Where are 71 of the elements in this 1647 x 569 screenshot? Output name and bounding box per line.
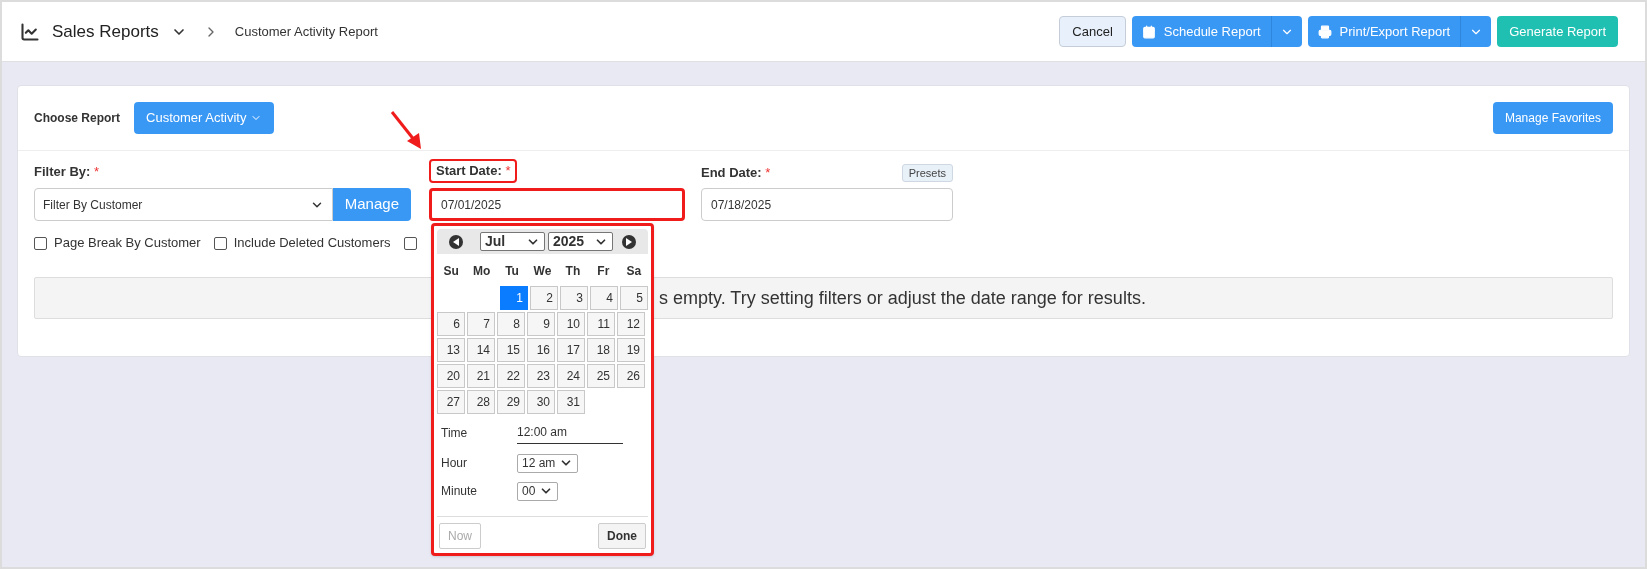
calendar-day[interactable]: 1 (500, 286, 528, 310)
done-button[interactable]: Done (598, 523, 646, 549)
calendar-day[interactable]: 14 (467, 338, 495, 362)
field-label: Filter By: * (34, 163, 101, 181)
cancel-button[interactable]: Cancel (1059, 16, 1126, 47)
calendar-day[interactable]: 28 (467, 390, 495, 414)
empty-message: s empty. Try setting filters or adjust the date range for results. (659, 286, 1146, 310)
calendar-day[interactable]: 19 (617, 338, 645, 362)
calendar-day[interactable]: 9 (527, 312, 555, 336)
weekday-label: Mo (471, 263, 492, 280)
month-select[interactable]: Jul (480, 232, 545, 251)
chart-icon (20, 21, 40, 42)
weekday-label: Fr (596, 263, 611, 280)
weekday-label: Su (442, 263, 460, 280)
checkbox-label: Page Break By Customer (54, 234, 201, 253)
time-label: Time (441, 425, 469, 442)
next-month-icon[interactable] (622, 234, 636, 249)
calendar-day[interactable]: 31 (557, 390, 585, 414)
calendar-day[interactable]: 2 (530, 286, 558, 310)
time-value: 12:00 am (517, 422, 623, 444)
checkbox[interactable] (34, 236, 47, 250)
field-label: Start Date: * (429, 159, 518, 183)
calendar-day[interactable]: 29 (497, 390, 525, 414)
weekday-label: We (532, 263, 553, 280)
calendar-day[interactable]: 20 (437, 364, 465, 388)
calendar-day[interactable]: 21 (467, 364, 495, 388)
calendar-day[interactable]: 22 (497, 364, 525, 388)
calendar-day[interactable]: 8 (497, 312, 525, 336)
calendar-day[interactable]: 11 (587, 312, 615, 336)
checkbox-label: Include Deleted Customers (233, 234, 391, 253)
minute-label: Minute (441, 483, 479, 500)
minute-select[interactable]: 00 (517, 481, 559, 501)
dropdown-toggle[interactable] (1270, 16, 1302, 47)
checkbox[interactable] (213, 236, 227, 250)
previous-month-icon[interactable] (449, 234, 463, 249)
filter-select[interactable]: Filter By Customer (34, 188, 333, 221)
calendar-icon (1141, 24, 1156, 39)
calendar-day[interactable]: 15 (497, 338, 525, 362)
calendar-day[interactable]: 24 (557, 364, 585, 388)
printer-icon (1317, 24, 1332, 39)
weekday-label: Th (564, 263, 582, 280)
calendar-day[interactable]: 6 (437, 312, 465, 336)
calendar-day[interactable]: 27 (437, 390, 465, 414)
calendar-day[interactable]: 16 (527, 338, 555, 362)
field-label: End Date: * (701, 164, 771, 183)
calendar-day[interactable]: 23 (527, 364, 555, 388)
dropdown-toggle[interactable] (1460, 16, 1492, 47)
weekday-label: Tu (504, 263, 520, 280)
year-select[interactable]: 2025 (548, 232, 613, 251)
calendar-day[interactable]: 3 (560, 286, 588, 310)
calendar-day[interactable]: 7 (467, 312, 495, 336)
calendar-day[interactable]: 30 (527, 390, 555, 414)
calendar-day[interactable]: 10 (557, 312, 585, 336)
calendar-day[interactable]: 26 (617, 364, 645, 388)
breadcrumb: Customer Activity Report (234, 22, 378, 41)
hour-select[interactable]: 12 am (517, 453, 579, 473)
calendar-day[interactable]: 4 (590, 286, 618, 310)
calendar-day[interactable]: 25 (587, 364, 615, 388)
choose-report-label: Choose Report (34, 110, 120, 127)
start-date-field[interactable]: 07/01/2025 (429, 188, 685, 221)
hour-label: Hour (441, 455, 468, 472)
calendar-day[interactable]: 12 (617, 312, 645, 336)
end-date-field[interactable]: 07/18/2025 (701, 188, 953, 221)
checkbox[interactable] (403, 236, 417, 250)
calendar-day[interactable]: 17 (557, 338, 585, 362)
calendar-day[interactable]: 13 (437, 338, 465, 362)
weekday-label: Sa (625, 263, 643, 280)
presets-button[interactable]: Presets (901, 164, 953, 182)
calendar-day[interactable]: 5 (620, 286, 648, 310)
calendar-day[interactable]: 18 (587, 338, 615, 362)
page-title: Sales Reports (52, 20, 159, 43)
